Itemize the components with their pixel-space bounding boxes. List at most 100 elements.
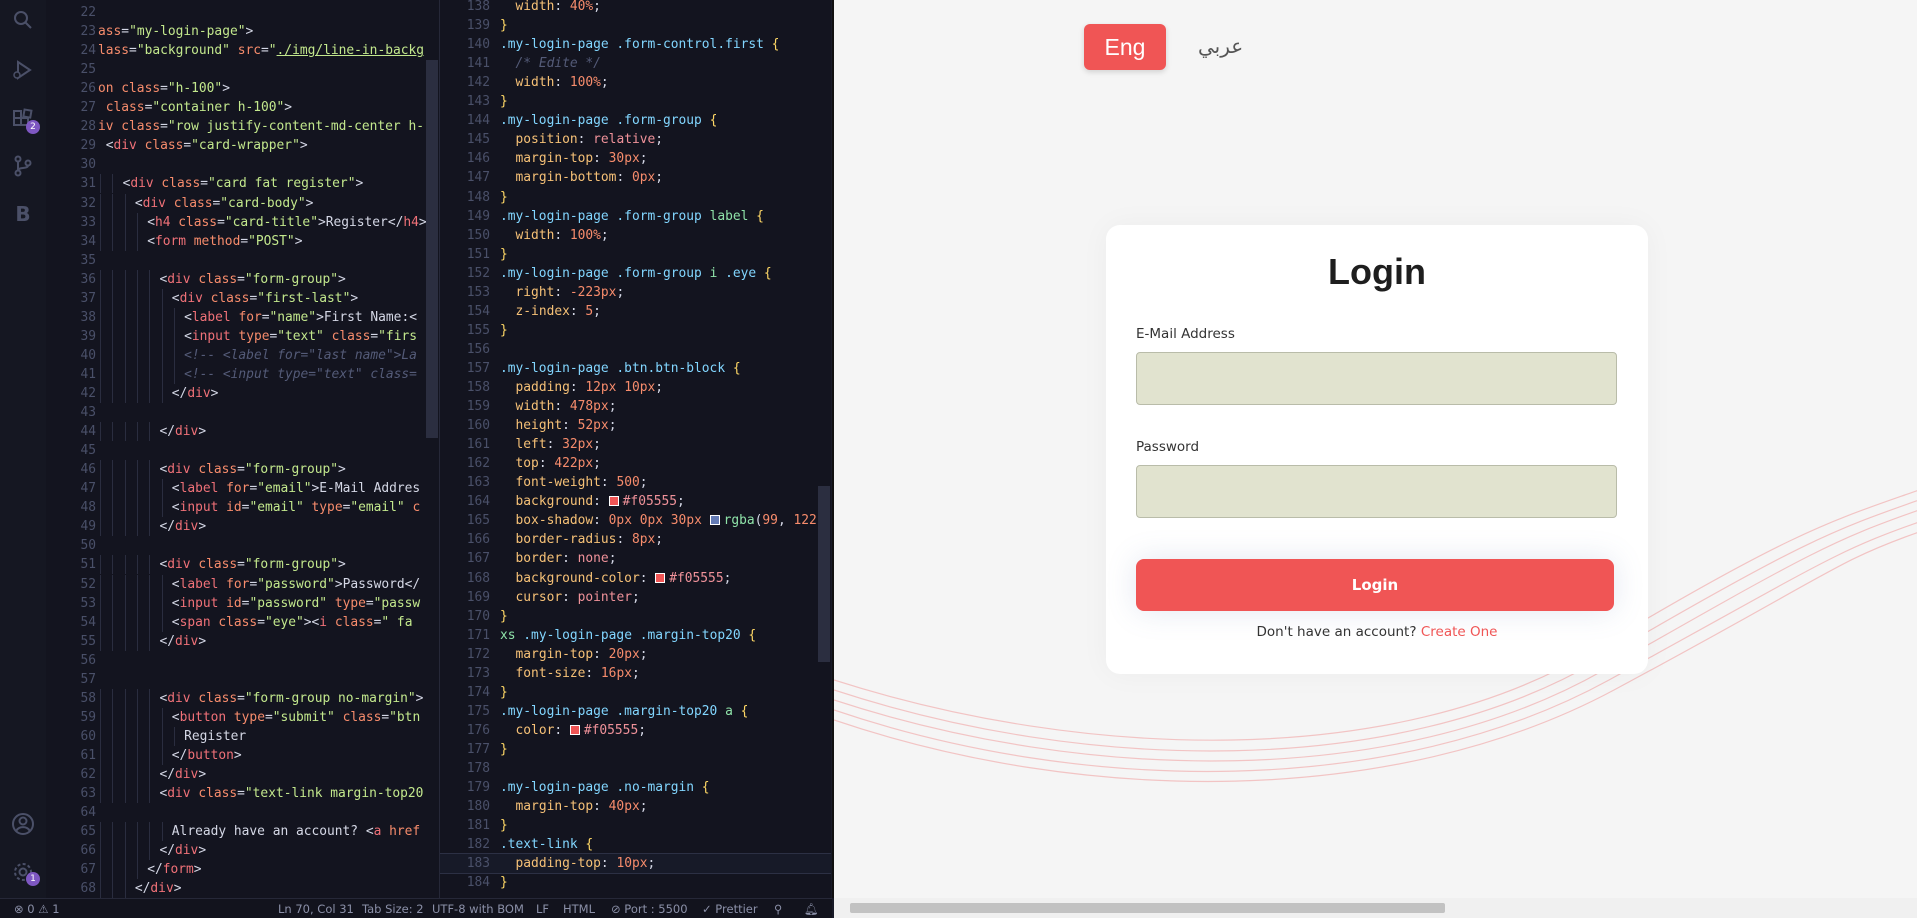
line-ending[interactable]: LF	[536, 902, 549, 916]
code-line[interactable]: 169 cursor: pointer;	[440, 588, 831, 607]
cursor-position[interactable]: Ln 70, Col 31	[278, 902, 354, 916]
code-line[interactable]: 54 <span class="eye"><i class=" fa	[46, 612, 439, 632]
code-line[interactable]: 28 iv class="row justify-content-md-cente…	[46, 117, 439, 136]
code-line[interactable]: 163 font-weight: 500;	[440, 473, 831, 492]
code-line[interactable]: 56	[46, 651, 439, 670]
code-line[interactable]: 24 lass="background" src="./img/line-in-b…	[46, 41, 439, 60]
code-line[interactable]: 167 border: none;	[440, 549, 831, 568]
code-line[interactable]: 62 </div>	[46, 765, 439, 784]
live-server-port[interactable]: ⊘ Port : 5500	[611, 902, 688, 916]
code-line[interactable]: 159 width: 478px;	[440, 397, 831, 416]
code-line[interactable]: 39 <input type="text" class="firs	[46, 326, 439, 346]
code-line[interactable]: 182 .text-link {	[440, 835, 831, 854]
code-line[interactable]: 145 position: relative;	[440, 130, 831, 149]
html-editor-pane[interactable]: 22 23 ass="my-login-page"> 24 lass="backgrou…	[46, 0, 439, 898]
code-line[interactable]: 171 xs .my-login-page .margin-top20 {	[440, 626, 831, 645]
code-line[interactable]: 26 on class="h-100">	[46, 79, 439, 98]
code-line[interactable]: 32 <div class="card-body">	[46, 193, 439, 213]
problems-indicator[interactable]: ⊗ 0 ⚠ 1	[14, 902, 60, 916]
language-arabic-link[interactable]: عربي	[1198, 34, 1243, 58]
code-line[interactable]: 146 margin-top: 30px;	[440, 149, 831, 168]
code-line[interactable]: 38 <label for="name">First Name:<	[46, 307, 439, 327]
code-line[interactable]: 51 <div class="form-group">	[46, 555, 439, 575]
code-line[interactable]: 181}	[440, 816, 831, 835]
login-button[interactable]: Login	[1136, 559, 1614, 611]
code-line[interactable]: 176 color: #f05555;	[440, 721, 831, 740]
code-line[interactable]: 152 .my-login-page .form-group i .eye {	[440, 264, 831, 283]
notifications-bell-icon[interactable]: 🔔︎	[804, 902, 819, 916]
feedback-icon[interactable]: ⚲	[774, 902, 782, 916]
code-line[interactable]: 46 <div class="form-group">	[46, 460, 439, 480]
code-line[interactable]: 49 </div>	[46, 517, 439, 537]
code-line[interactable]: 42 </div>	[46, 384, 439, 403]
code-line[interactable]: 31 <div class="card fat register">	[46, 174, 439, 194]
code-line[interactable]: 33 <h4 class="card-title">Register</h4>	[46, 212, 439, 232]
password-field[interactable]	[1136, 465, 1617, 518]
code-line[interactable]: 148}	[440, 188, 831, 207]
code-line[interactable]: 154 z-index: 5;	[440, 302, 831, 321]
code-line[interactable]: 23 ass="my-login-page">	[46, 22, 439, 41]
code-line[interactable]: 41 <!-- <input type="text" class=	[46, 364, 439, 384]
code-line[interactable]: 173 font-size: 16px;	[440, 664, 831, 683]
code-line[interactable]: 177}	[440, 740, 831, 759]
source-control-icon[interactable]	[0, 146, 46, 186]
code-line[interactable]: 170}	[440, 607, 831, 626]
code-line[interactable]: 68 </div>	[46, 879, 439, 898]
code-line[interactable]: 149 .my-login-page .form-group label {	[440, 207, 831, 226]
code-line[interactable]: 25	[46, 60, 439, 79]
code-line[interactable]: 143}	[440, 92, 831, 111]
prettier-status[interactable]: ✓ Prettier	[702, 902, 758, 916]
html-editor-scrollbar[interactable]	[426, 60, 438, 438]
code-line[interactable]: 67 </form>	[46, 860, 439, 880]
extensions-icon[interactable]: 2	[0, 100, 46, 140]
code-line[interactable]: 160 height: 52px;	[440, 416, 831, 435]
settings-gear-icon[interactable]: 1	[0, 852, 46, 892]
code-line[interactable]: 44 </div>	[46, 422, 439, 442]
code-line[interactable]: 59 <button type="submit" class="btn	[46, 707, 439, 727]
code-line[interactable]: 178	[440, 759, 831, 778]
code-line[interactable]: 184}	[440, 873, 831, 892]
code-line[interactable]: 174}	[440, 683, 831, 702]
code-line[interactable]: 164 background: #f05555;	[440, 492, 831, 511]
code-line[interactable]: 40 <!-- <label for="last name">La	[46, 345, 439, 365]
code-line[interactable]: 48 <input id="email" type="email" c	[46, 498, 439, 518]
code-line[interactable]: 64	[46, 803, 439, 822]
code-line[interactable]: 53 <input id="password" type="passw	[46, 593, 439, 613]
code-line[interactable]: 55 </div>	[46, 631, 439, 651]
code-line[interactable]: 162 top: 422px;	[440, 454, 831, 473]
code-line[interactable]: 35	[46, 251, 439, 270]
code-line[interactable]: 37 <div class="first-last">	[46, 288, 439, 308]
code-line[interactable]: 63 <div class="text-link margin-top20	[46, 784, 439, 804]
code-line[interactable]: 66 </div>	[46, 841, 439, 861]
code-line[interactable]: 57	[46, 670, 439, 689]
code-line[interactable]: 61 </button>	[46, 745, 439, 765]
code-line[interactable]: 45	[46, 441, 439, 460]
email-field[interactable]	[1136, 352, 1617, 405]
code-line[interactable]: 147 margin-bottom: 0px;	[440, 168, 831, 187]
code-line[interactable]: 140 .my-login-page .form-control.first {	[440, 35, 831, 54]
code-line[interactable]: 58 <div class="form-group no-margin">	[46, 688, 439, 708]
code-line[interactable]: 153 right: -223px;	[440, 283, 831, 302]
code-line[interactable]: 50	[46, 536, 439, 555]
code-line[interactable]: 161 left: 32px;	[440, 435, 831, 454]
search-icon[interactable]	[0, 0, 46, 40]
code-line[interactable]: 155}	[440, 321, 831, 340]
create-account-link[interactable]: Create One	[1421, 624, 1498, 640]
code-line[interactable]: 172 margin-top: 20px;	[440, 645, 831, 664]
code-line[interactable]: 175 .my-login-page .margin-top20 a {	[440, 702, 831, 721]
code-line[interactable]: 52 <label for="password">Password</	[46, 574, 439, 594]
code-line[interactable]: 138 width: 40%;	[440, 0, 831, 16]
css-editor-scrollbar[interactable]	[818, 486, 830, 662]
code-line[interactable]: 65 Already have an account? <a href	[46, 822, 439, 842]
code-line[interactable]: 47 <label for="email">E-Mail Addres	[46, 479, 439, 499]
code-line[interactable]: 151}	[440, 245, 831, 264]
preview-horizontal-scrollbar[interactable]	[850, 903, 1445, 913]
code-line[interactable]: 22	[46, 3, 439, 22]
code-line[interactable]: 183 padding-top: 10px;	[440, 853, 831, 875]
code-line[interactable]: 34 <form method="POST">	[46, 231, 439, 251]
code-line[interactable]: 158 padding: 12px 10px;	[440, 378, 831, 397]
code-line[interactable]: 36 <div class="form-group">	[46, 269, 439, 289]
code-line[interactable]: 60 Register	[46, 726, 439, 746]
language-mode[interactable]: HTML	[563, 902, 595, 916]
language-english-button[interactable]: Eng	[1084, 24, 1166, 70]
